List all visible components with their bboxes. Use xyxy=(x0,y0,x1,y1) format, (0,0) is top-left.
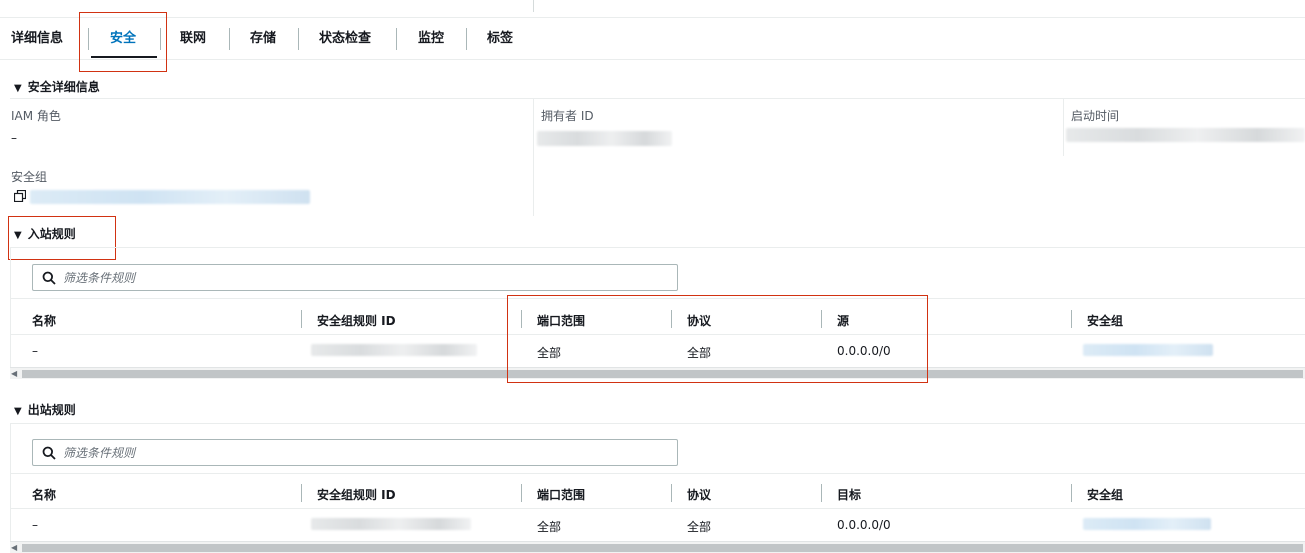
outbound-rules-header[interactable]: ▼ 出站规则 xyxy=(14,401,76,419)
divider xyxy=(10,298,1305,299)
inbound-col-security-group[interactable]: 安全组 xyxy=(1087,312,1123,329)
copy-icon[interactable] xyxy=(14,190,26,202)
tab-networking[interactable]: 联网 xyxy=(180,28,206,50)
tab-details[interactable]: 详细信息 xyxy=(11,28,63,50)
security-details-header[interactable]: ▼ 安全详细信息 xyxy=(14,78,100,96)
tab-separator xyxy=(229,28,230,50)
tab-tags[interactable]: 标签 xyxy=(487,28,513,50)
active-tab-indicator xyxy=(91,56,157,58)
inbound-row-protocol: 全部 xyxy=(687,346,712,360)
outbound-col-rule-id[interactable]: 安全组规则 ID xyxy=(317,486,396,503)
outbound-filter-input[interactable] xyxy=(63,444,663,461)
divider xyxy=(10,98,1305,99)
top-divider xyxy=(533,0,534,12)
divider xyxy=(10,508,1305,509)
scroll-left-icon[interactable]: ◀ xyxy=(11,368,17,379)
column-separator[interactable] xyxy=(671,484,672,502)
column-separator[interactable] xyxy=(521,310,522,328)
tab-bar: 详细信息 安全 联网 存储 状态检查 监控 标签 xyxy=(0,18,1305,60)
inbound-col-port-range[interactable]: 端口范围 xyxy=(537,312,585,329)
caret-down-icon: ▼ xyxy=(14,83,22,94)
scroll-thumb[interactable] xyxy=(22,544,1303,552)
column-separator[interactable] xyxy=(301,310,302,328)
inbound-row-name: – xyxy=(32,344,38,358)
scroll-thumb[interactable] xyxy=(22,370,1303,378)
launch-time-value-redacted xyxy=(1066,128,1305,142)
inbound-row-source: 0.0.0.0/0 xyxy=(837,344,891,358)
tab-separator xyxy=(396,28,397,50)
owner-id-label: 拥有者 ID xyxy=(541,109,594,123)
iam-role-label: IAM 角色 xyxy=(11,109,61,123)
caret-down-icon: ▼ xyxy=(14,406,22,417)
column-separator[interactable] xyxy=(1071,310,1072,328)
inbound-filter-input[interactable] xyxy=(63,269,663,286)
outbound-filter-field[interactable] xyxy=(32,439,678,466)
owner-id-value-redacted xyxy=(537,131,672,146)
search-icon xyxy=(42,271,56,285)
iam-role-value: – xyxy=(11,131,17,145)
column-separator[interactable] xyxy=(821,484,822,502)
outbound-col-name[interactable]: 名称 xyxy=(32,486,56,503)
tab-status-checks[interactable]: 状态检查 xyxy=(319,28,371,50)
section-title: 安全详细信息 xyxy=(27,80,100,94)
tab-separator xyxy=(298,28,299,50)
column-divider xyxy=(533,98,534,216)
tab-separator xyxy=(88,28,89,50)
column-separator[interactable] xyxy=(1071,484,1072,502)
inbound-rule-id-redacted[interactable] xyxy=(311,344,477,356)
inbound-rules-header[interactable]: ▼ 入站规则 xyxy=(14,225,76,243)
outbound-row-protocol: 全部 xyxy=(687,520,712,534)
section-title: 入站规则 xyxy=(27,227,76,241)
inbound-horizontal-scrollbar[interactable]: ◀ xyxy=(10,367,1305,379)
outbound-row-name: – xyxy=(32,518,38,532)
inbound-col-name[interactable]: 名称 xyxy=(32,312,56,329)
inbound-filter-field[interactable] xyxy=(32,264,678,291)
column-separator[interactable] xyxy=(671,310,672,328)
inbound-security-group-redacted[interactable] xyxy=(1083,344,1213,356)
security-group-link-redacted[interactable] xyxy=(30,190,310,204)
divider xyxy=(10,334,1305,335)
inbound-col-source[interactable]: 源 xyxy=(837,312,849,329)
outbound-row-port-range: 全部 xyxy=(537,520,562,534)
outbound-col-port-range[interactable]: 端口范围 xyxy=(537,486,585,503)
tab-security[interactable]: 安全 xyxy=(110,28,136,50)
inbound-row-port-range: 全部 xyxy=(537,346,562,360)
outbound-col-security-group[interactable]: 安全组 xyxy=(1087,486,1123,503)
outbound-horizontal-scrollbar[interactable]: ◀ xyxy=(10,541,1305,553)
caret-down-icon: ▼ xyxy=(14,230,22,241)
outbound-col-destination[interactable]: 目标 xyxy=(837,486,861,503)
tab-monitoring[interactable]: 监控 xyxy=(418,28,444,50)
tab-separator xyxy=(160,28,161,50)
tab-separator xyxy=(466,28,467,50)
inbound-col-rule-id[interactable]: 安全组规则 ID xyxy=(317,312,396,329)
top-strip xyxy=(0,0,1305,18)
outbound-rule-id-redacted[interactable] xyxy=(311,518,471,530)
outbound-row-destination: 0.0.0.0/0 xyxy=(837,518,891,532)
scroll-left-icon[interactable]: ◀ xyxy=(11,542,17,553)
search-icon xyxy=(42,446,56,460)
divider xyxy=(10,473,1305,474)
security-group-label: 安全组 xyxy=(11,170,48,184)
column-divider xyxy=(1063,98,1064,156)
outbound-col-protocol[interactable]: 协议 xyxy=(687,486,711,503)
column-separator[interactable] xyxy=(301,484,302,502)
inbound-col-protocol[interactable]: 协议 xyxy=(687,312,711,329)
section-title: 出站规则 xyxy=(27,403,76,417)
column-separator[interactable] xyxy=(521,484,522,502)
tab-storage[interactable]: 存储 xyxy=(250,28,276,50)
outbound-security-group-redacted[interactable] xyxy=(1083,518,1211,530)
launch-time-label: 启动时间 xyxy=(1071,109,1120,123)
column-separator[interactable] xyxy=(821,310,822,328)
